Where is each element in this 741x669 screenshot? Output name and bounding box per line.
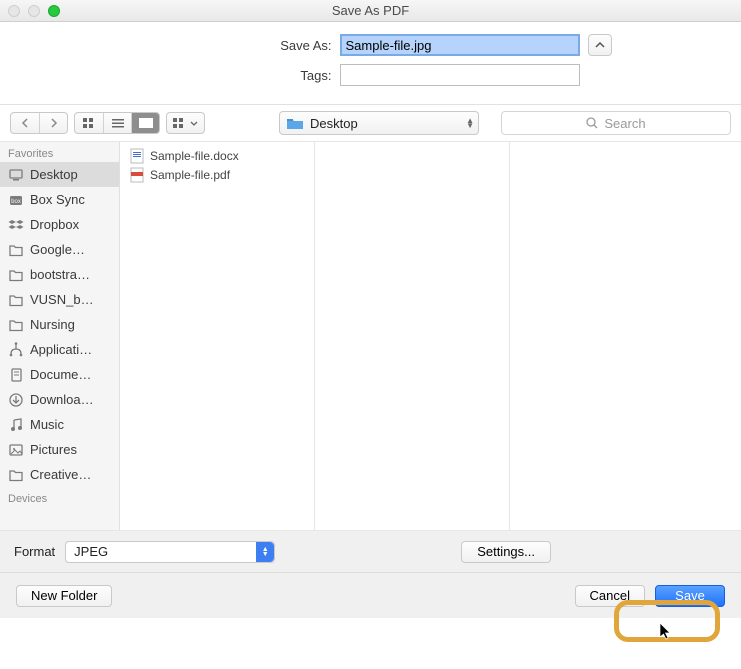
sidebar[interactable]: Favorites Desktop box Box Sync Dropbox Google… (0, 142, 120, 530)
file-icon (130, 148, 144, 164)
svg-text:box: box (11, 199, 21, 205)
dropbox-icon (8, 217, 24, 233)
desktop-icon (8, 167, 24, 183)
sidebar-item-label: Creative… (30, 467, 91, 482)
sidebar-item-label: VUSN_b… (30, 292, 94, 307)
sidebar-item-label: Downloa… (30, 392, 94, 407)
tags-input[interactable] (340, 64, 580, 86)
music-icon (8, 417, 24, 433)
format-bar: Format JPEG ▲▼ Settings... (0, 531, 741, 573)
cancel-button[interactable]: Cancel (575, 585, 645, 607)
sidebar-item-label: Dropbox (30, 217, 79, 232)
sidebar-item[interactable]: Google… (0, 237, 119, 262)
folder-icon (8, 467, 24, 483)
sidebar-item[interactable]: bootstra… (0, 262, 119, 287)
dropdown-stepper-icon: ▲▼ (256, 542, 274, 562)
sidebar-item[interactable]: Nursing (0, 312, 119, 337)
save-fields: Save As: Tags: (0, 22, 741, 104)
downloads-icon (8, 392, 24, 408)
file-columns: Sample-file.docx Sample-file.pdf (120, 142, 741, 530)
file-column[interactable]: Sample-file.docx Sample-file.pdf (120, 142, 315, 530)
search-icon (586, 117, 598, 129)
file-name: Sample-file.docx (150, 149, 239, 163)
arrange-menu[interactable] (166, 112, 205, 134)
box-icon: box (8, 192, 24, 208)
sidebar-item[interactable]: VUSN_b… (0, 287, 119, 312)
folder-icon (286, 116, 304, 130)
file-browser: Favorites Desktop box Box Sync Dropbox Google… (0, 141, 741, 531)
file-row[interactable]: Sample-file.pdf (120, 165, 314, 184)
icon-view-button[interactable] (75, 113, 103, 133)
file-column[interactable] (315, 142, 510, 530)
collapse-expand-button[interactable] (588, 34, 612, 56)
settings-button[interactable]: Settings... (461, 541, 551, 563)
nav-history-segment (10, 112, 68, 134)
sidebar-item[interactable]: Dropbox (0, 212, 119, 237)
saveas-input[interactable] (340, 34, 580, 56)
save-button[interactable]: Save (655, 585, 725, 607)
column-view-button[interactable] (131, 113, 159, 133)
sidebar-item[interactable]: Docume… (0, 362, 119, 387)
folder-icon (8, 292, 24, 308)
forward-button[interactable] (39, 113, 67, 133)
saveas-label: Save As: (130, 38, 340, 53)
browser-toolbar: Desktop ▲▼ Search (0, 105, 741, 141)
sidebar-item[interactable]: Music (0, 412, 119, 437)
location-popup[interactable]: Desktop ▲▼ (279, 111, 479, 135)
list-view-button[interactable] (103, 113, 131, 133)
tags-label: Tags: (130, 68, 340, 83)
documents-icon (8, 367, 24, 383)
titlebar: Save As PDF (0, 0, 741, 22)
location-stepper-icon: ▲▼ (466, 118, 474, 128)
view-mode-segment (74, 112, 160, 134)
file-row[interactable]: Sample-file.docx (120, 146, 314, 165)
search-placeholder: Search (604, 116, 645, 131)
folder-icon (8, 242, 24, 258)
cursor-icon (660, 623, 674, 641)
sidebar-item[interactable]: Creative… (0, 462, 119, 487)
sidebar-item-label: Nursing (30, 317, 75, 332)
sidebar-item[interactable]: Pictures (0, 437, 119, 462)
pictures-icon (8, 442, 24, 458)
sidebar-item-label: Music (30, 417, 64, 432)
sidebar-section-header: Devices (0, 487, 119, 507)
folder-icon (8, 317, 24, 333)
sidebar-section-header: Favorites (0, 142, 119, 162)
format-label: Format (14, 544, 55, 559)
sidebar-item[interactable]: box Box Sync (0, 187, 119, 212)
sidebar-item-label: Desktop (30, 167, 78, 182)
search-field[interactable]: Search (501, 111, 731, 135)
back-button[interactable] (11, 113, 39, 133)
sidebar-item-label: bootstra… (30, 267, 90, 282)
list-icon (112, 118, 124, 128)
apps-icon (8, 342, 24, 358)
sidebar-item-label: Box Sync (30, 192, 85, 207)
arrange-icon (173, 118, 187, 128)
grid-icon (83, 118, 95, 128)
window-title: Save As PDF (0, 3, 741, 18)
chevron-down-icon (190, 121, 198, 126)
sidebar-item-label: Google… (30, 242, 85, 257)
sidebar-item[interactable]: Desktop (0, 162, 119, 187)
file-name: Sample-file.pdf (150, 168, 230, 182)
file-icon (130, 167, 144, 183)
sidebar-item-label: Docume… (30, 367, 91, 382)
chevron-up-icon (595, 42, 605, 48)
dialog-buttons: New Folder Cancel Save (0, 573, 741, 618)
sidebar-item-label: Pictures (30, 442, 77, 457)
sidebar-item-label: Applicati… (30, 342, 92, 357)
format-value: JPEG (74, 544, 108, 559)
format-dropdown[interactable]: JPEG ▲▼ (65, 541, 275, 563)
new-folder-button[interactable]: New Folder (16, 585, 112, 607)
columns-icon (139, 118, 153, 128)
file-column[interactable] (510, 142, 705, 530)
location-label: Desktop (310, 116, 358, 131)
folder-icon (8, 267, 24, 283)
sidebar-item[interactable]: Downloa… (0, 387, 119, 412)
sidebar-item[interactable]: Applicati… (0, 337, 119, 362)
